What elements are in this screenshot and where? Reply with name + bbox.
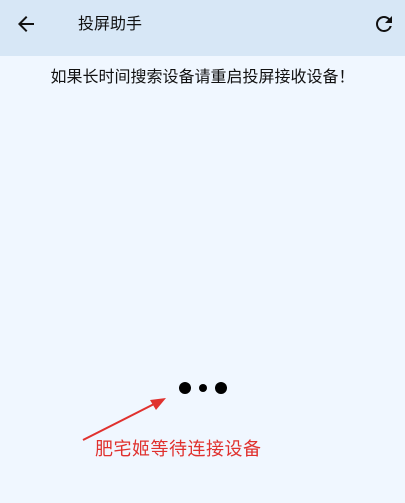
annotation-label: 肥宅姬等待连接设备 xyxy=(95,439,262,460)
annotation-arrow-icon xyxy=(82,398,166,441)
